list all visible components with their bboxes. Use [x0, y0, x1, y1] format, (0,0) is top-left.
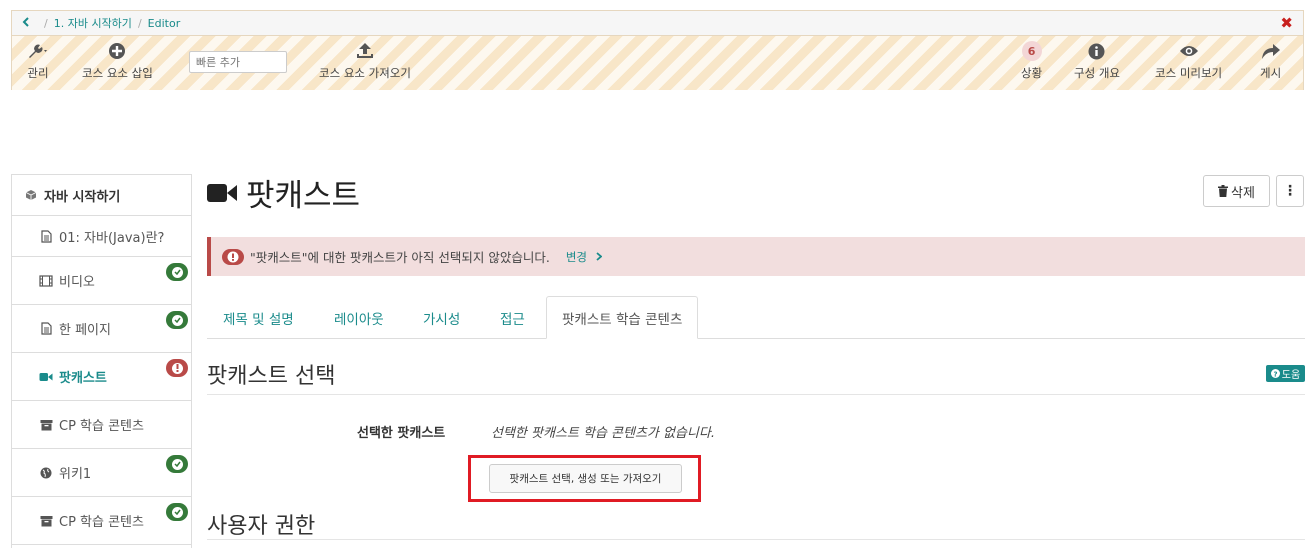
status-ok-badge	[166, 503, 188, 521]
section-title-user-rights: 사용자 권한	[207, 514, 316, 539]
question-circle-icon: ?	[1270, 369, 1280, 378]
breadcrumb: / 1. 자바 시작하기 / Editor ✖	[12, 11, 1303, 36]
tab-access[interactable]: 접근	[500, 296, 525, 339]
check-icon	[171, 314, 183, 326]
archive-icon	[39, 419, 53, 431]
sidebar-item-label: 01: 자바(Java)란?	[59, 230, 165, 246]
breadcrumb-current: Editor	[147, 16, 181, 30]
more-options-button[interactable]: ⋮	[1276, 175, 1304, 207]
alert-change-link[interactable]: 변경	[565, 249, 603, 265]
film-icon	[39, 274, 53, 287]
check-icon	[171, 458, 183, 470]
share-arrow-icon	[1261, 41, 1281, 61]
manage-label: 관리	[27, 66, 49, 80]
video-camera-icon	[207, 182, 238, 204]
help-label: 도움	[1281, 370, 1301, 381]
overview-label: 구성 개요	[1074, 66, 1120, 80]
status-ok-badge	[166, 311, 188, 329]
file-icon	[39, 322, 53, 335]
import-element-label: 코스 요소 가져오기	[319, 66, 411, 80]
globe-icon	[39, 467, 53, 479]
warning-alert: "팟캐스트"에 대한 팟캐스트가 아직 선택되지 않았습니다. 변경	[207, 237, 1305, 276]
upload-icon	[356, 41, 374, 61]
sidebar-root-label: 자바 시작하기	[44, 189, 121, 205]
sidebar-item-cp-content-1[interactable]: CP 학습 콘텐츠	[12, 401, 191, 449]
status-button[interactable]: 6 상황	[1021, 41, 1042, 81]
tab-visibility[interactable]: 가시성	[423, 296, 460, 339]
breadcrumb-separator: /	[44, 16, 48, 30]
video-camera-icon	[39, 372, 53, 382]
preview-button[interactable]: 코스 미리보기	[1155, 41, 1222, 81]
insert-element-button[interactable]: 코스 요소 삽입	[82, 41, 153, 81]
import-element-button[interactable]: 코스 요소 가져오기	[319, 41, 411, 81]
exclamation-icon	[171, 362, 183, 374]
tab-layout[interactable]: 레이아웃	[334, 296, 384, 339]
quick-add-input[interactable]	[189, 51, 287, 73]
breadcrumb-course-link[interactable]: 1. 자바 시작하기	[54, 15, 132, 31]
manage-button[interactable]: 관리	[26, 41, 50, 81]
publish-label: 게시	[1260, 66, 1282, 80]
highlight-box	[468, 455, 701, 502]
sidebar-item-wiki[interactable]: 위키1	[12, 449, 191, 497]
delete-button[interactable]: 삭제	[1203, 175, 1270, 207]
chevron-right-icon	[596, 250, 603, 264]
status-error-badge	[166, 359, 188, 377]
alert-change-label: 변경	[565, 249, 588, 264]
archive-icon	[39, 515, 53, 527]
trash-icon	[1218, 185, 1229, 197]
publish-button[interactable]: 게시	[1260, 41, 1281, 81]
tab-podcast-content[interactable]: 팟캐스트 학습 콘텐츠	[546, 296, 699, 339]
check-icon	[171, 266, 183, 278]
page-title-text: 팟캐스트	[246, 178, 361, 214]
status-ok-badge	[166, 263, 188, 281]
selected-podcast-label: 선택한 팟캐스트	[357, 426, 446, 441]
course-tree-sidebar: 자바 시작하기 01: 자바(Java)란? 비디오 한 페이지 팟캐스트 CP…	[11, 174, 192, 548]
tab-title-description[interactable]: 제목 및 설명	[223, 296, 294, 339]
course-editor-toolbar: / 1. 자바 시작하기 / Editor ✖ 관리 코스 요소 삽입 코스 요…	[11, 10, 1304, 90]
selected-podcast-value: 선택한 팟캐스트 학습 콘텐츠가 없습니다.	[491, 426, 715, 441]
section-divider	[207, 539, 1305, 540]
sidebar-item-cp-content-2[interactable]: CP 학습 콘텐츠	[12, 497, 191, 545]
alert-text: "팟캐스트"에 대한 팟캐스트가 아직 선택되지 않았습니다.	[250, 250, 550, 265]
help-button[interactable]: ? 도움	[1266, 365, 1305, 382]
more-vertical-icon: ⋮	[1283, 183, 1297, 199]
sidebar-item-label: CP 학습 콘텐츠	[59, 419, 144, 434]
back-chevron-icon[interactable]	[22, 16, 30, 30]
check-icon	[171, 506, 183, 518]
sidebar-item-podcast[interactable]: 팟캐스트	[12, 353, 191, 401]
status-count-badge: 6	[1021, 41, 1042, 61]
close-icon[interactable]: ✖	[1280, 14, 1293, 32]
breadcrumb-separator: /	[137, 16, 142, 30]
overview-button[interactable]: 구성 개요	[1074, 41, 1120, 81]
tool-bar: 관리 코스 요소 삽입 코스 요소 가져오기 6 상황 구성 개요	[12, 36, 1303, 90]
info-circle-icon	[1088, 41, 1105, 61]
page-title: 팟캐스트	[207, 170, 360, 215]
wrench-icon	[26, 41, 50, 61]
preview-label: 코스 미리보기	[1155, 66, 1223, 80]
status-label: 상황	[1021, 66, 1043, 80]
sidebar-item-label: 위키1	[59, 467, 92, 482]
insert-element-label: 코스 요소 삽입	[82, 66, 153, 80]
svg-text:?: ?	[1273, 370, 1277, 378]
sidebar-item-label: 비디오	[59, 275, 95, 290]
sidebar-item-label: CP 학습 콘텐츠	[59, 515, 144, 530]
cube-icon	[24, 189, 38, 201]
status-ok-badge	[166, 455, 188, 473]
sidebar-item-what-is-java[interactable]: 01: 자바(Java)란?	[12, 216, 191, 257]
delete-label: 삭제	[1231, 185, 1255, 201]
tab-bar: 제목 및 설명 레이아웃 가시성 접근 팟캐스트 학습 콘텐츠	[207, 296, 1305, 339]
section-divider	[207, 394, 1305, 395]
sidebar-root-course[interactable]: 자바 시작하기	[12, 175, 191, 216]
sidebar-item-single-page[interactable]: 한 페이지	[12, 305, 191, 353]
sidebar-item-video[interactable]: 비디오	[12, 257, 191, 305]
exclamation-circle-icon	[222, 248, 244, 265]
sidebar-item-label: 팟캐스트	[59, 371, 107, 386]
file-icon	[39, 229, 53, 243]
eye-icon	[1179, 41, 1199, 61]
sidebar-item-label: 한 페이지	[59, 323, 111, 338]
section-title-select-podcast: 팟캐스트 선택	[207, 364, 336, 389]
plus-circle-icon	[108, 41, 126, 61]
